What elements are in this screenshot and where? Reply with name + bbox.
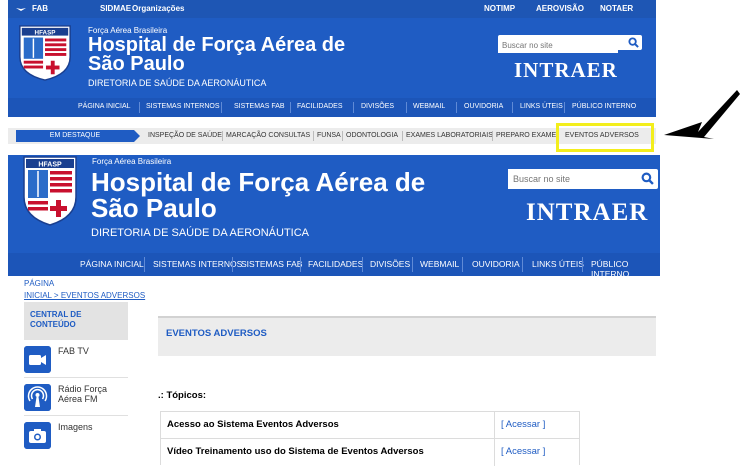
nav-pagina-inicial[interactable]: PÁGINA INICIAL bbox=[78, 103, 131, 110]
topics-table: Acesso ao Sistema Eventos Adversos [ Ace… bbox=[160, 411, 581, 466]
page-title-panel: EVENTOS ADVERSOS bbox=[158, 316, 656, 356]
table-row-action: [ Acessar ] bbox=[495, 439, 581, 466]
bracket-close: ] bbox=[542, 419, 546, 430]
nav-sistemas-fab[interactable]: SISTEMAS FAB bbox=[234, 103, 285, 110]
breadcrumb-line2[interactable]: INICIAL > EVENTOS ADVERSOS bbox=[24, 290, 145, 302]
logo-text: HFASP bbox=[35, 30, 56, 37]
nav-large-sistemas-fab[interactable]: SISTEMAS FAB bbox=[241, 259, 302, 269]
topbar-link-notaer[interactable]: NOTAER bbox=[600, 4, 633, 13]
nav-divisoes[interactable]: DIVISÕES bbox=[361, 103, 394, 110]
yellow-highlight-box bbox=[556, 123, 654, 152]
main-nav-large: PÁGINA INICIAL SISTEMAS INTERNOS SISTEMA… bbox=[8, 253, 660, 279]
nav-sistemas-internos[interactable]: SISTEMAS INTERNOS bbox=[146, 103, 220, 110]
top-utility-bar: FAB SIDMAE Organizações NOTIMP AEROVISÃO… bbox=[8, 0, 656, 18]
nav-links-uteis[interactable]: LINKS ÚTEIS bbox=[520, 103, 563, 110]
topbar-link-organizacoes[interactable]: Organizações bbox=[132, 4, 184, 13]
breadcrumb-line1[interactable]: PÁGINA bbox=[24, 278, 145, 290]
sidebar: CENTRAL DE CONTEÚDO FAB TV Rádio Força A… bbox=[24, 302, 128, 454]
small-screenshot: FAB SIDMAE Organizações NOTIMP AEROVISÃO… bbox=[8, 0, 656, 155]
nav-facilidades[interactable]: FACILIDADES bbox=[297, 103, 343, 110]
bracket-close: ] bbox=[542, 446, 546, 457]
table-row-label: Acesso ao Sistema Eventos Adversos bbox=[161, 412, 495, 439]
search-icon-large[interactable] bbox=[641, 172, 654, 185]
video-camera-icon bbox=[24, 346, 51, 373]
table-row: Vídeo Treinamento uso do Sistema de Even… bbox=[160, 438, 581, 466]
featured-inspecao-saude[interactable]: INSPEÇÃO DE SAÚDE bbox=[148, 132, 222, 139]
topbar-link-notimp[interactable]: NOTIMP bbox=[484, 4, 515, 13]
nav-webmail[interactable]: WEBMAIL bbox=[413, 103, 445, 110]
search-icon[interactable] bbox=[628, 37, 639, 48]
camera-icon bbox=[24, 422, 51, 449]
site-title-large-line1: Hospital de Força Aérea de bbox=[91, 167, 426, 197]
nav-large-webmail[interactable]: WEBMAIL bbox=[420, 259, 459, 269]
featured-exames-laboratoriais[interactable]: EXAMES LABORATORIAIS bbox=[406, 132, 493, 139]
nav-publico-interno[interactable]: PÚBLICO INTERNO bbox=[572, 103, 636, 110]
intraer-logo-large[interactable]: INTRAER bbox=[526, 199, 648, 227]
nav-large-ouvidoria[interactable]: OUVIDORIA bbox=[472, 259, 520, 269]
site-subtitle-large: DIRETORIA DE SAÚDE DA AERONÁUTICA bbox=[91, 227, 310, 239]
featured-label: EM DESTAQUE bbox=[16, 130, 134, 142]
intraer-logo[interactable]: INTRAER bbox=[514, 58, 618, 83]
nav-large-pagina-inicial[interactable]: PÁGINA INICIAL bbox=[80, 259, 144, 269]
site-subtitle: DIRETORIA DE SAÚDE DA AERONÁUTICA bbox=[88, 78, 267, 88]
site-title-large-line2: São Paulo bbox=[91, 193, 217, 223]
nav-large-publico-interno[interactable]: PÚBLICO INTERNO bbox=[591, 259, 660, 279]
search-input-large[interactable] bbox=[508, 169, 630, 189]
nav-large-links-uteis[interactable]: LINKS ÚTEIS bbox=[532, 259, 584, 269]
acessar-link[interactable]: Acessar bbox=[506, 446, 540, 457]
site-header-large: HFASP Força Aérea Brasileira Hospital de… bbox=[8, 155, 660, 253]
sidebar-item-imagens[interactable]: Imagens bbox=[24, 416, 128, 454]
site-title-large[interactable]: Hospital de Força Aérea de São Paulo bbox=[91, 169, 451, 221]
site-title-line2: São Paulo bbox=[88, 53, 185, 75]
topbar-link-sidmae[interactable]: SIDMAE bbox=[100, 4, 131, 13]
featured-label-arrow bbox=[134, 130, 140, 142]
logo-text-large: HFASP bbox=[38, 162, 62, 169]
search-box-large bbox=[508, 169, 658, 189]
search-input[interactable] bbox=[498, 38, 618, 53]
table-row: Acesso ao Sistema Eventos Adversos [ Ace… bbox=[160, 411, 581, 439]
table-row-label: Vídeo Treinamento uso do Sistema de Even… bbox=[161, 439, 495, 466]
site-header: HFASP Força Aérea Brasileira Hospital de… bbox=[8, 18, 656, 98]
fab-wings-icon bbox=[16, 8, 26, 11]
sidebar-item-radio[interactable]: Rádio Força Aérea FM bbox=[24, 378, 128, 416]
hfasp-logo[interactable]: HFASP bbox=[16, 24, 74, 82]
nav-large-divisoes[interactable]: DIVISÕES bbox=[370, 259, 410, 269]
hfasp-logo-large[interactable]: HFASP bbox=[20, 155, 80, 227]
featured-marcacao-consultas[interactable]: MARCAÇÃO CONSULTAS bbox=[226, 132, 310, 139]
nav-large-sistemas-internos[interactable]: SISTEMAS INTERNOS bbox=[153, 259, 242, 269]
table-row-action: [ Acessar ] bbox=[495, 412, 581, 439]
large-screenshot: HFASP Força Aérea Brasileira Hospital de… bbox=[8, 155, 660, 467]
org-name-large: Força Aérea Brasileira bbox=[92, 157, 172, 166]
topics-heading: .: Tópicos: bbox=[158, 390, 207, 401]
radio-broadcast-icon bbox=[24, 384, 51, 411]
site-title[interactable]: Hospital de Força Aérea de São Paulo bbox=[88, 35, 428, 75]
bracket-open: [ bbox=[501, 446, 504, 457]
nav-ouvidoria[interactable]: OUVIDORIA bbox=[464, 103, 503, 110]
nav-large-facilidades[interactable]: FACILIDADES bbox=[308, 259, 363, 269]
topbar-link-aerovisao[interactable]: AEROVISÃO bbox=[536, 4, 584, 13]
acessar-link[interactable]: Acessar bbox=[506, 419, 540, 430]
topbar-link-fab[interactable]: FAB bbox=[32, 4, 48, 13]
page-title: EVENTOS ADVERSOS bbox=[166, 328, 267, 339]
central-conteudo-heading: CENTRAL DE CONTEÚDO bbox=[24, 302, 128, 340]
sidebar-label-radio: Rádio Força Aérea FM bbox=[58, 384, 108, 404]
main-nav: PÁGINA INICIAL SISTEMAS INTERNOS SISTEMA… bbox=[8, 98, 656, 117]
sidebar-label-imagens: Imagens bbox=[58, 422, 93, 432]
featured-funsa[interactable]: FUNSA bbox=[317, 132, 341, 139]
featured-odontologia[interactable]: ODONTOLOGIA bbox=[346, 132, 398, 139]
sidebar-item-fab-tv[interactable]: FAB TV bbox=[24, 340, 128, 378]
bracket-open: [ bbox=[501, 419, 504, 430]
pointer-arrow-icon bbox=[664, 90, 740, 139]
breadcrumb: PÁGINA INICIAL > EVENTOS ADVERSOS bbox=[24, 278, 145, 302]
featured-preparo-exame[interactable]: PREPARO EXAME bbox=[496, 132, 556, 139]
search-box bbox=[498, 35, 642, 53]
sidebar-label-fab-tv: FAB TV bbox=[58, 346, 89, 356]
